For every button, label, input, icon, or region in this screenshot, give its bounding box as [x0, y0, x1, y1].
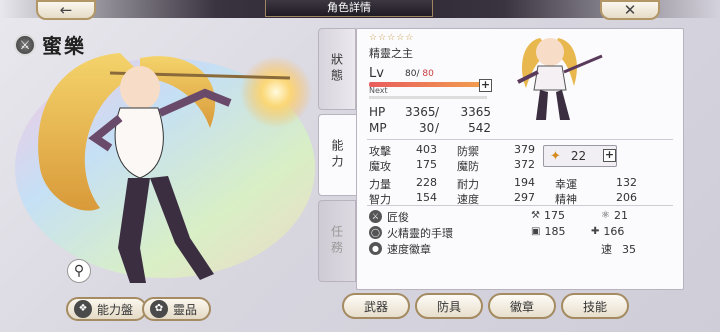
- ring-icon: ◯: [369, 226, 382, 239]
- divider: [367, 139, 673, 140]
- wing-plus-button[interactable]: +: [603, 149, 616, 162]
- magnify-icon: ⚲: [73, 263, 85, 279]
- wing-value: 22: [570, 149, 587, 163]
- equipment-stat: ▣ 185: [531, 225, 566, 238]
- ability-board-label: 能力盤: [97, 302, 134, 317]
- character-name-area: ⚔ 蜜樂: [14, 30, 86, 59]
- sword-icon: ⚔: [369, 210, 382, 223]
- sword-small-icon: ⚒: [531, 210, 540, 221]
- medal-icon: ●: [369, 242, 382, 255]
- stat-grid: 攻擊 403 防禦 379 魔攻 175 魔防 372 力量 228 耐力 194 幸運 13…: [369, 143, 673, 206]
- side-tabs: 狀態 能力 任務: [318, 28, 358, 290]
- stat-defense: 防禦 379: [457, 143, 535, 158]
- next-label: Next: [369, 86, 388, 95]
- equipment-badge[interactable]: ● 速度徽章 速 35: [369, 241, 673, 257]
- tab-skill[interactable]: 技能: [561, 293, 629, 319]
- tab-quest[interactable]: 任務: [318, 200, 356, 282]
- stat-speed: 速度 297: [457, 191, 535, 206]
- shield-icon: ✚: [591, 226, 600, 237]
- stat-endurance: 耐力 194: [457, 176, 535, 191]
- tab-weapon[interactable]: 武器: [342, 293, 410, 319]
- equipment-name: 火精靈的手環: [387, 227, 453, 240]
- divider: [367, 205, 673, 206]
- stat-magic-attack: 魔攻 175: [369, 158, 437, 173]
- character-name: 蜜樂: [42, 34, 86, 58]
- close-icon: ✕: [623, 1, 637, 19]
- stat-spirit: 精神 206: [555, 191, 637, 206]
- stat-intelligence: 智力 154: [369, 191, 437, 206]
- close-button[interactable]: ✕: [600, 0, 660, 20]
- wing-icon: ✦: [550, 148, 561, 164]
- armor-icon: ▣: [531, 226, 541, 237]
- stat-strength: 力量 228: [369, 176, 437, 191]
- stat-luck: 幸運 132: [555, 176, 637, 191]
- chibi-portrait: [482, 28, 622, 128]
- ability-board-icon: ❖: [74, 300, 92, 318]
- tab-armor[interactable]: 防具: [415, 293, 483, 319]
- hp-label: HP: [369, 105, 386, 119]
- next-exp-bar: [369, 96, 487, 99]
- tab-status[interactable]: 狀態: [318, 28, 356, 110]
- equipment-weapon[interactable]: ⚔ 匠俊 ⚒ 175 ⚛ 21: [369, 209, 673, 225]
- sword-icon: ⚔: [14, 33, 36, 56]
- page-title: 角色詳情: [265, 0, 433, 17]
- mp-label: MP: [369, 121, 387, 135]
- equipment-name: 匠俊: [387, 211, 409, 224]
- mp-separator: /: [435, 121, 440, 135]
- mp-current: 30: [419, 121, 435, 135]
- stat-magic-defense: 魔防 372: [457, 158, 535, 173]
- arrow-left-icon: ←: [59, 1, 73, 19]
- stat-attack: 攻擊 403: [369, 143, 437, 158]
- equipment-accessory[interactable]: ◯ 火精靈的手環 ▣ 185 ✚ 166: [369, 225, 673, 241]
- rarity-stars: ☆☆☆☆☆: [369, 33, 415, 43]
- hp-separator: /: [435, 105, 440, 119]
- character-art: [0, 18, 330, 298]
- level-label: Lv: [369, 66, 384, 81]
- equipment-stat: ⚒ 175: [531, 209, 565, 222]
- spirit-icon: ✿: [150, 300, 168, 318]
- ability-board-button[interactable]: ❖ 能力盤: [66, 297, 148, 321]
- wand-icon: ⚛: [601, 210, 610, 221]
- tab-badge[interactable]: 徽章: [488, 293, 556, 319]
- equipment-tabs: 武器 防具 徽章 技能: [340, 293, 640, 321]
- hp-current: 3365: [405, 105, 436, 119]
- zoom-button[interactable]: ⚲: [67, 259, 91, 283]
- equipment-name: 速度徽章: [387, 243, 431, 256]
- spirit-button[interactable]: ✿ 靈品: [142, 297, 212, 321]
- tab-ability[interactable]: 能力: [318, 114, 356, 196]
- character-title: 精靈之主: [369, 47, 413, 60]
- back-button[interactable]: ←: [36, 0, 96, 20]
- equipment-stat: ⚛ 21: [601, 209, 628, 222]
- level-value: 80/ 80: [405, 69, 434, 79]
- equipment-stat: 速 35: [601, 242, 636, 257]
- spirit-label: 靈品: [173, 302, 198, 317]
- equipment-stat: ✚ 166: [591, 225, 625, 238]
